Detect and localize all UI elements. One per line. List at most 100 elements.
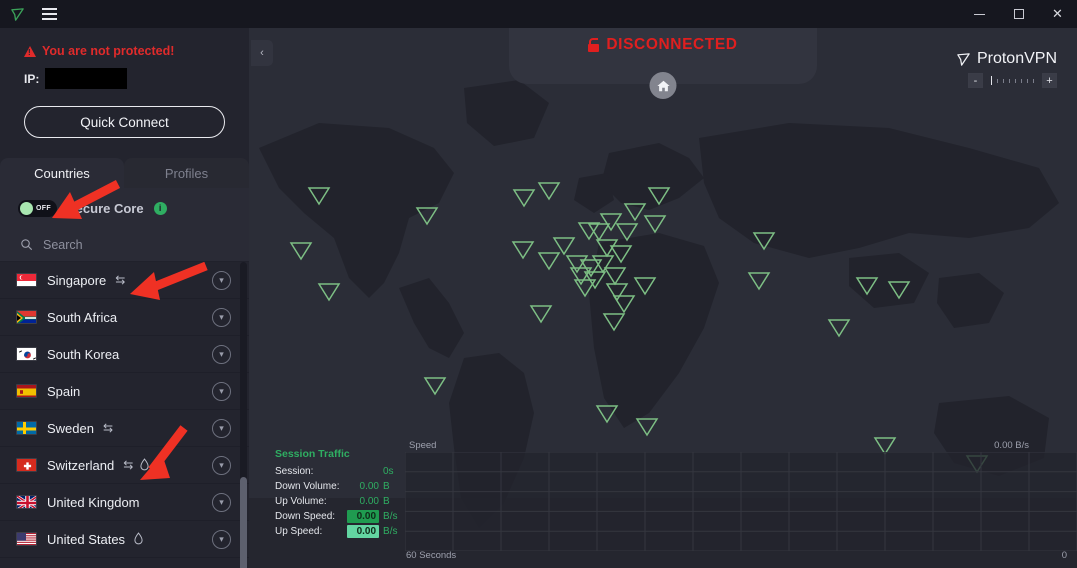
info-icon[interactable]: i	[153, 201, 167, 215]
titlebar-drag-region	[64, 0, 960, 28]
traffic-value: 0.00	[359, 496, 379, 507]
country-feature-icons: ⇆	[115, 274, 125, 286]
traffic-key: Down Volume:	[275, 481, 340, 492]
secure-core-row: OFF Secure Core i	[0, 188, 249, 228]
chart-y-axis-label: Speed	[409, 440, 437, 451]
country-feature-icons: ⇆	[103, 422, 113, 434]
traffic-unit: B	[382, 481, 390, 492]
secure-core-label: Secure Core	[67, 200, 144, 216]
scrollbar-thumb[interactable]	[240, 477, 247, 568]
secure-core-toggle-state: OFF	[36, 204, 51, 212]
secure-core-toggle[interactable]: OFF	[18, 199, 57, 217]
hamburger-menu-icon[interactable]	[34, 8, 64, 20]
flag-sg	[16, 273, 37, 287]
country-row-united-states[interactable]: United States ▾	[0, 521, 249, 558]
expand-country-button[interactable]: ▾	[212, 344, 231, 364]
country-list-scrollbar[interactable]	[240, 262, 247, 568]
country-feature-icons	[134, 531, 143, 547]
zoom-out-button[interactable]: -	[968, 73, 983, 88]
traffic-unit: 0s	[382, 466, 394, 477]
ip-label: IP:	[24, 71, 40, 86]
protection-status-block: You are not protected! IP: Quick Connect	[0, 28, 249, 138]
collapse-sidebar-button[interactable]: ‹	[251, 40, 273, 66]
traffic-unit: B/s	[383, 526, 398, 537]
traffic-key: Up Volume:	[275, 496, 327, 507]
traffic-unit: B	[382, 496, 390, 507]
search-input[interactable]	[43, 237, 213, 252]
ip-value-redacted	[45, 68, 128, 89]
country-name: Singapore	[47, 272, 107, 288]
zoom-in-button[interactable]: +	[1042, 73, 1057, 88]
maximize-button[interactable]	[999, 0, 1038, 28]
protection-warning-label: You are not protected!	[42, 44, 175, 58]
expand-country-button[interactable]: ▾	[212, 418, 231, 438]
chart-gridlines	[405, 452, 1077, 551]
connection-status-label: DISCONNECTED	[606, 36, 738, 53]
country-row-south-africa[interactable]: South Africa ▾	[0, 299, 249, 336]
search-icon	[21, 239, 33, 251]
country-row-singapore[interactable]: Singapore ⇆ ▾	[0, 262, 249, 299]
protection-warning: You are not protected!	[0, 44, 249, 58]
brand-and-zoom: ProtonVPN - +	[956, 50, 1057, 88]
country-name: Sweden	[47, 420, 94, 436]
connection-status: DISCONNECTED	[509, 28, 817, 62]
close-button[interactable]: ✕	[1038, 0, 1077, 28]
flag-es	[16, 384, 37, 398]
tor-icon	[140, 457, 149, 473]
country-feature-icons: ⇆	[123, 457, 149, 473]
country-list[interactable]: Singapore ⇆ ▾ South Africa ▾ South Korea…	[0, 262, 249, 568]
country-row-south-korea[interactable]: South Korea ▾	[0, 336, 249, 373]
window-titlebar: ✕	[0, 0, 1077, 28]
p2p-icon: ⇆	[115, 273, 126, 287]
zoom-slider-track[interactable]	[987, 76, 1038, 85]
expand-country-button[interactable]: ▾	[212, 492, 231, 512]
sidebar-tabs: Countries Profiles	[0, 158, 249, 188]
world-map-panel[interactable]: ‹ DISCONNECTED ProtonVPN - + Speed 60 Se…	[249, 28, 1077, 568]
traffic-row-session: Session: 0s	[275, 464, 400, 479]
brand-name: ProtonVPN	[976, 50, 1057, 67]
country-name: United States	[47, 531, 126, 547]
traffic-value: 0.00	[346, 525, 380, 538]
protonvpn-logo-icon	[957, 52, 970, 66]
chart-max-rate-label: 0.00 B/s	[994, 440, 1029, 451]
traffic-value: 0.00	[346, 510, 380, 523]
expand-country-button[interactable]: ▾	[212, 270, 231, 290]
p2p-icon: ⇆	[123, 458, 134, 472]
traffic-unit: B/s	[383, 511, 398, 522]
tab-countries[interactable]: Countries	[0, 158, 124, 188]
flag-za	[16, 310, 37, 324]
map-zoom-control[interactable]: - +	[956, 73, 1057, 88]
traffic-row-up-volume: Up Volume: 0.00 B	[275, 494, 400, 509]
country-row-spain[interactable]: Spain ▾	[0, 373, 249, 410]
home-button[interactable]	[649, 72, 677, 99]
search-row[interactable]	[0, 228, 249, 262]
chart-x-axis-label: 60 Seconds	[406, 550, 457, 561]
country-name: Switzerland	[47, 457, 115, 473]
home-icon	[656, 80, 670, 91]
traffic-key: Down Speed:	[275, 511, 336, 522]
traffic-key: Up Speed:	[275, 526, 323, 537]
chart-min-label: 0	[1061, 550, 1067, 561]
protonvpn-window: ✕ ‹ DISCONNECTED ProtonVPN - + Speed 60 …	[0, 0, 1077, 568]
country-row-sweden[interactable]: Sweden ⇆ ▾	[0, 410, 249, 447]
traffic-row-up-speed: Up Speed: 0.00 B/s	[275, 524, 400, 539]
flag-ch	[16, 458, 37, 472]
quick-connect-button[interactable]: Quick Connect	[24, 106, 225, 138]
country-name: South Africa	[47, 309, 118, 325]
toggle-knob	[20, 201, 33, 215]
expand-country-button[interactable]: ▾	[212, 381, 231, 401]
traffic-panel-title: Session Traffic	[275, 448, 350, 460]
p2p-icon: ⇆	[102, 421, 114, 435]
tab-profiles[interactable]: Profiles	[124, 158, 249, 188]
expand-country-button[interactable]: ▾	[212, 455, 231, 475]
country-name: Spain	[47, 383, 81, 399]
expand-country-button[interactable]: ▾	[212, 529, 231, 549]
expand-country-button[interactable]: ▾	[212, 307, 231, 327]
minimize-button[interactable]	[960, 0, 999, 28]
session-traffic-panel: Session Traffic Session: 0s Down Volume:…	[275, 448, 400, 539]
country-name: United Kingdom	[47, 494, 140, 510]
flag-us	[16, 532, 37, 546]
country-row-united-kingdom[interactable]: United Kingdom ▾	[0, 484, 249, 521]
country-row-switzerland[interactable]: Switzerland ⇆ ▾	[0, 447, 249, 484]
traffic-value: 0.00	[359, 481, 379, 492]
